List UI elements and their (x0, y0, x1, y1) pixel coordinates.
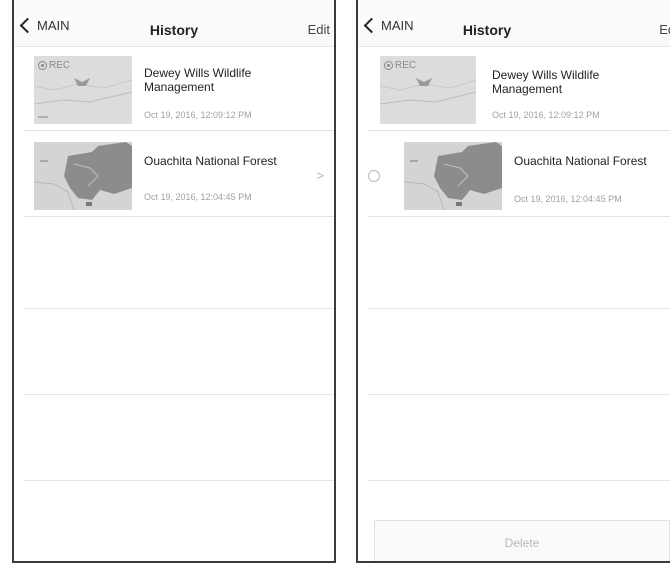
history-item-ouachita[interactable]: Ouachita National Forest Oct 19, 2016, 1… (24, 132, 334, 217)
item-date: Oct 19, 2016, 12:04:45 PM (514, 194, 622, 204)
empty-row-separator (24, 394, 334, 395)
record-icon (38, 61, 47, 70)
empty-row-separator (368, 308, 670, 309)
navigation-bar: MAIN History Edit (14, 0, 334, 47)
item-date: Oct 19, 2016, 12:09:12 PM (144, 110, 252, 120)
history-item-dewey-wills[interactable]: REC Dewey Wills Wildlife Management Oct … (368, 46, 670, 131)
page-title: History (462, 22, 512, 38)
history-screen-right: MAIN History Edi REC Dewey Wills Wildlif… (356, 0, 670, 563)
chevron-right-icon: > (316, 168, 324, 183)
map-thumbnail-graphic (404, 142, 502, 210)
map-thumbnail: REC (34, 56, 132, 124)
history-item-dewey-wills[interactable]: REC Dewey Wills Wildlife Management Oct … (24, 46, 334, 131)
map-thumbnail (404, 142, 502, 210)
radio-icon[interactable] (368, 170, 380, 182)
record-badge: REC (38, 60, 70, 71)
edit-button[interactable]: Edi (659, 22, 670, 37)
page-title: History (149, 22, 199, 38)
empty-row-separator (368, 394, 670, 395)
item-title: Ouachita National Forest (144, 154, 277, 168)
map-thumbnail: REC (380, 56, 476, 124)
item-date: Oct 19, 2016, 12:09:12 PM (492, 110, 600, 120)
empty-row-separator (368, 480, 670, 481)
item-title: Ouachita National Forest (514, 154, 647, 168)
record-badge: REC (384, 60, 416, 71)
delete-button[interactable]: Delete (374, 520, 670, 561)
map-thumbnail-graphic (34, 142, 132, 210)
item-date: Oct 19, 2016, 12:04:45 PM (144, 192, 252, 202)
empty-row-separator (24, 480, 334, 481)
history-screen-left: MAIN History Edit REC Dewey Wills Wildli… (12, 0, 336, 563)
item-title: Dewey Wills Wildlife Management (492, 68, 600, 96)
empty-row-separator (24, 308, 334, 309)
navigation-bar: MAIN History Edi (358, 0, 670, 47)
record-icon (384, 61, 393, 70)
history-item-ouachita[interactable]: Ouachita National Forest Oct 19, 2016, 1… (368, 132, 670, 217)
item-title: Dewey Wills Wildlife Management (144, 66, 252, 94)
map-thumbnail (34, 142, 132, 210)
edit-button[interactable]: Edit (308, 22, 330, 37)
